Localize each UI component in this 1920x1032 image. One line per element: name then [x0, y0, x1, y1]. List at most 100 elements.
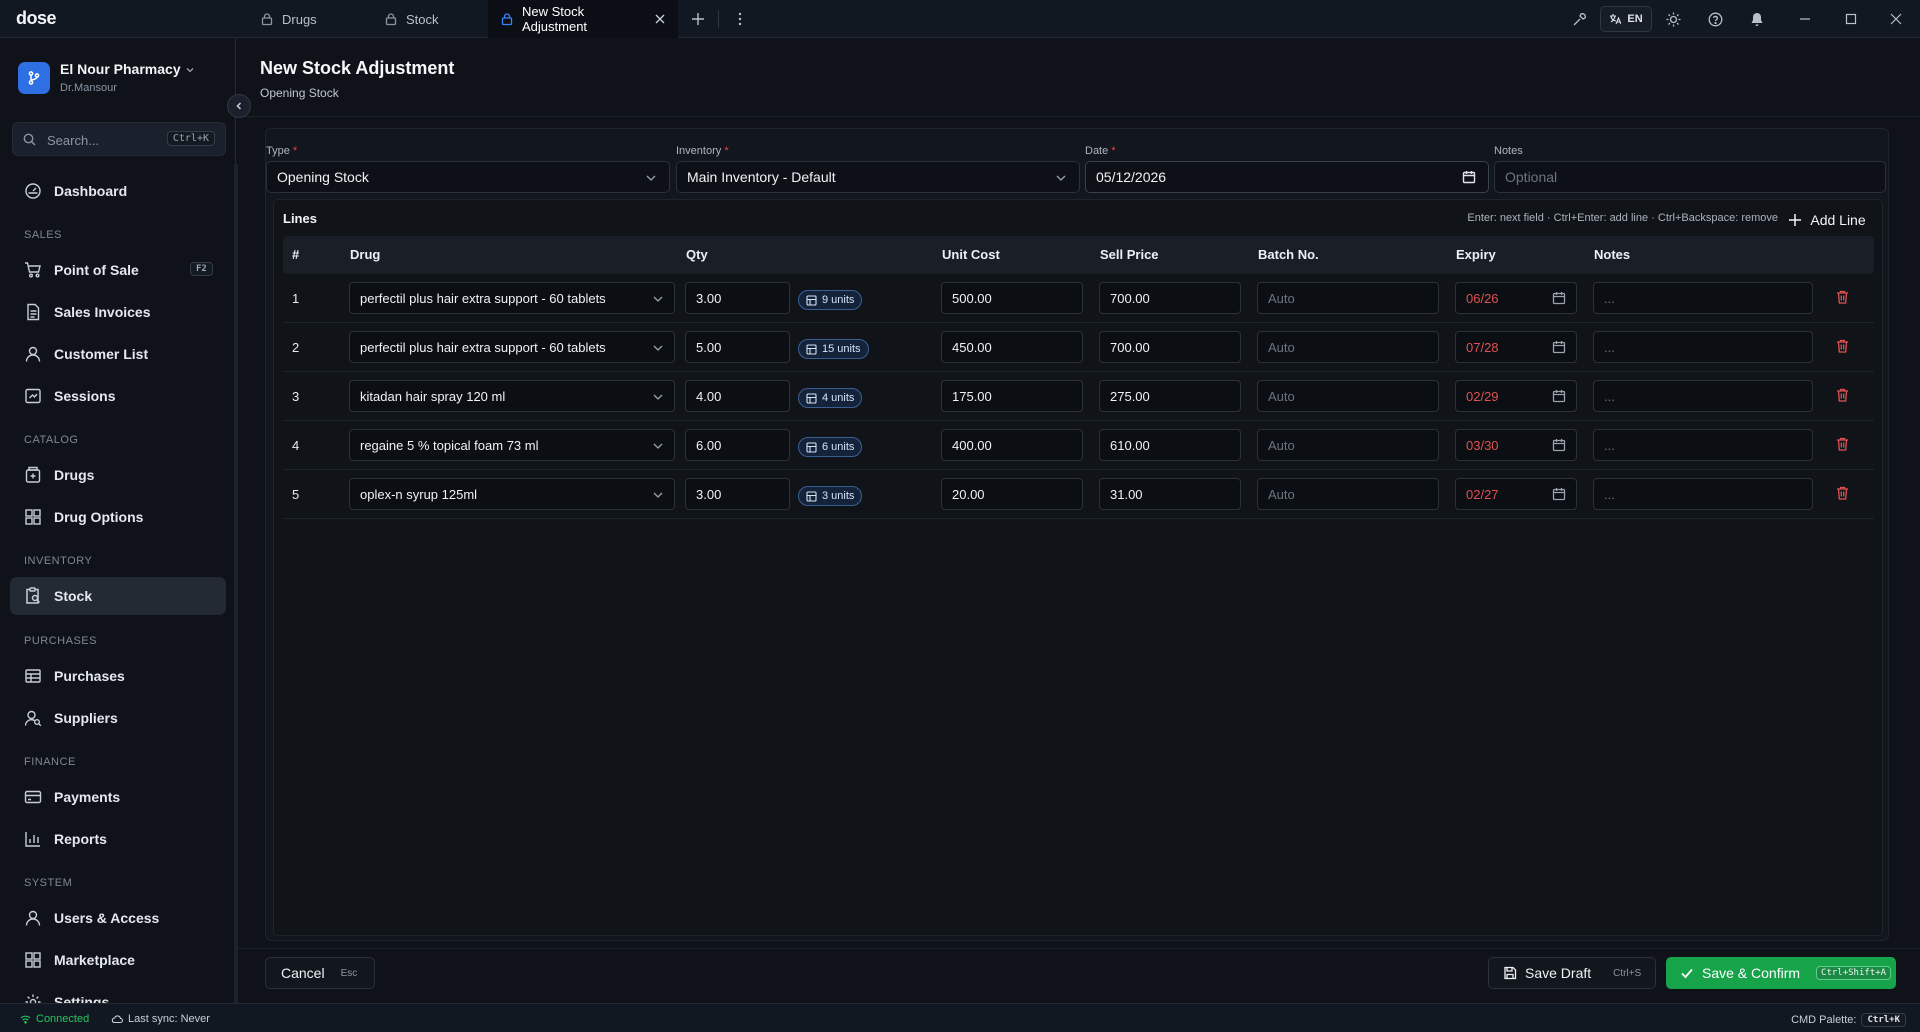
drug-select[interactable]: perfectil plus hair extra support - 60 t… [349, 331, 675, 363]
line-notes-input[interactable]: ... [1593, 380, 1813, 412]
calendar-icon[interactable] [1462, 170, 1476, 184]
delete-row-trash-icon[interactable] [1836, 437, 1849, 451]
sidebar-search[interactable]: Search... Ctrl+K [12, 122, 226, 156]
nav-sessions[interactable]: Sessions [10, 377, 226, 415]
type-select[interactable]: Opening Stock [266, 161, 670, 193]
drug-select[interactable]: kitadan hair spray 120 ml [349, 380, 675, 412]
theme-sun-icon[interactable] [1663, 9, 1683, 29]
nav-stock[interactable]: Stock [10, 577, 226, 615]
add-line-button[interactable]: Add Line [1782, 206, 1872, 234]
batch-input[interactable]: Auto [1257, 429, 1439, 461]
expiry-input[interactable]: 02/29 [1455, 380, 1577, 412]
expiry-input[interactable]: 02/27 [1455, 478, 1577, 510]
close-window-icon[interactable] [1886, 9, 1906, 29]
sell-price-input[interactable]: 31.00 [1099, 478, 1241, 510]
sell-price-input[interactable]: 610.00 [1099, 429, 1241, 461]
notes-input[interactable]: Optional [1494, 161, 1886, 193]
workspace-switcher[interactable]: El Nour Pharmacy Dr.Mansour [18, 58, 218, 100]
expiry-input[interactable]: 06/26 [1455, 282, 1577, 314]
save-draft-button[interactable]: Save Draft Ctrl+S [1488, 957, 1656, 989]
table-row: 1 perfectil plus hair extra support - 60 … [283, 274, 1874, 323]
row-number: 4 [292, 438, 300, 453]
unit-cost-input[interactable]: 450.00 [941, 331, 1083, 363]
language-label: EN [1627, 13, 1643, 25]
sell-price-input[interactable]: 700.00 [1099, 282, 1241, 314]
calendar-icon[interactable] [1552, 438, 1566, 452]
sell-price-input[interactable]: 700.00 [1099, 331, 1241, 363]
nav-dashboard[interactable]: Dashboard [10, 172, 226, 210]
calendar-icon[interactable] [1552, 291, 1566, 305]
close-tab-icon[interactable] [654, 13, 666, 25]
line-notes-input[interactable]: ... [1593, 478, 1813, 510]
qty-input[interactable]: 4.00 [685, 380, 790, 412]
tab-stock[interactable]: Stock [372, 0, 451, 38]
expiry-input[interactable]: 07/28 [1455, 331, 1577, 363]
col-number: # [292, 247, 300, 262]
sell-price-input[interactable]: 275.00 [1099, 380, 1241, 412]
credit-card-icon [24, 788, 42, 806]
qty-input[interactable]: 5.00 [685, 331, 790, 363]
user-search-icon [24, 709, 42, 727]
line-notes-input[interactable]: ... [1593, 331, 1813, 363]
nav-purchases[interactable]: Purchases [10, 657, 226, 695]
drug-select[interactable]: regaine 5 % topical foam 73 ml [349, 429, 675, 461]
delete-row-trash-icon[interactable] [1836, 388, 1849, 402]
date-value: 05/12/2026 [1096, 169, 1167, 185]
drug-select[interactable]: perfectil plus hair extra support - 60 t… [349, 282, 675, 314]
calendar-icon[interactable] [1552, 389, 1566, 403]
collapse-sidebar-button[interactable] [227, 94, 251, 118]
expiry-input[interactable]: 03/30 [1455, 429, 1577, 461]
nav-reports[interactable]: Reports [10, 820, 226, 858]
batch-input[interactable]: Auto [1257, 282, 1439, 314]
notifications-bell-icon[interactable] [1747, 9, 1767, 29]
cancel-button[interactable]: Cancel Esc [265, 957, 375, 989]
unit-cost-input[interactable]: 175.00 [941, 380, 1083, 412]
inventory-select[interactable]: Main Inventory - Default [676, 161, 1080, 193]
tab-drugs[interactable]: Drugs [248, 0, 329, 38]
language-toggle[interactable]: EN [1600, 6, 1652, 32]
nav-sales-invoices[interactable]: Sales Invoices [10, 293, 226, 331]
section-purchases: PURCHASES [24, 635, 97, 647]
maximize-icon[interactable] [1841, 9, 1861, 29]
expiry-value: 07/28 [1466, 339, 1499, 355]
more-vertical-icon[interactable] [730, 9, 750, 29]
tools-icon[interactable] [1569, 9, 1589, 29]
qty-input[interactable]: 3.00 [685, 478, 790, 510]
batch-input[interactable]: Auto [1257, 380, 1439, 412]
save-confirm-button[interactable]: Save & Confirm Ctrl+Shift+A [1666, 957, 1896, 989]
nav-marketplace[interactable]: Marketplace [10, 941, 226, 979]
nav-drug-options[interactable]: Drug Options [10, 498, 226, 536]
nav-customer-list[interactable]: Customer List [10, 335, 226, 373]
user-icon [24, 909, 42, 927]
nav-suppliers[interactable]: Suppliers [10, 699, 226, 737]
nav-payments[interactable]: Payments [10, 778, 226, 816]
nav-point-of-sale[interactable]: Point of Sale F2 [10, 251, 226, 289]
nav-settings[interactable]: Settings [10, 983, 226, 1003]
calendar-icon[interactable] [1552, 340, 1566, 354]
delete-row-trash-icon[interactable] [1836, 339, 1849, 353]
invoice-icon [24, 303, 42, 321]
units-badge: 9 units [798, 290, 863, 310]
delete-row-trash-icon[interactable] [1836, 486, 1849, 500]
page-title: New Stock Adjustment [260, 58, 455, 78]
help-icon[interactable] [1705, 9, 1725, 29]
line-notes-input[interactable]: ... [1593, 429, 1813, 461]
calendar-icon[interactable] [1552, 487, 1566, 501]
unit-cost-input[interactable]: 20.00 [941, 478, 1083, 510]
unit-cost-input[interactable]: 500.00 [941, 282, 1083, 314]
nav-users-access[interactable]: Users & Access [10, 899, 226, 937]
cmd-palette-hint[interactable]: CMD Palette: Ctrl+K [1791, 1013, 1906, 1027]
batch-input[interactable]: Auto [1257, 478, 1439, 510]
new-tab-plus-icon[interactable] [688, 9, 708, 29]
unit-cost-input[interactable]: 400.00 [941, 429, 1083, 461]
line-notes-input[interactable]: ... [1593, 282, 1813, 314]
drug-select[interactable]: oplex-n syrup 125ml [349, 478, 675, 510]
delete-row-trash-icon[interactable] [1836, 290, 1849, 304]
date-input[interactable]: 05/12/2026 [1085, 161, 1489, 193]
tab-new-stock-adjustment[interactable]: New Stock Adjustment [488, 0, 678, 38]
nav-drugs[interactable]: Drugs [10, 456, 226, 494]
minimize-icon[interactable] [1795, 9, 1815, 29]
qty-input[interactable]: 6.00 [685, 429, 790, 461]
qty-input[interactable]: 3.00 [685, 282, 790, 314]
batch-input[interactable]: Auto [1257, 331, 1439, 363]
